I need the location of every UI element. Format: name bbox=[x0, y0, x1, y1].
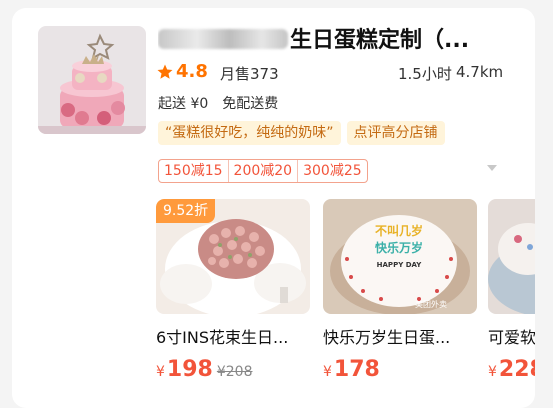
min-order: 起送 ¥0 bbox=[158, 96, 209, 112]
product-card[interactable]: 不叫几岁 快乐万岁 HAPPY DAY 美团外卖 快乐万岁生日蛋... ¥178 bbox=[323, 199, 477, 382]
delivery-info-row: 起送 ¥0 免配送费 bbox=[158, 93, 278, 113]
delivery-time: 1.5小时 bbox=[398, 65, 452, 83]
store-title-text: 生日蛋糕定制（... bbox=[290, 28, 470, 53]
rating-value: 4.8 bbox=[176, 61, 208, 82]
delivery-fee: 免配送费 bbox=[222, 96, 279, 112]
original-price: ¥208 bbox=[216, 364, 253, 380]
currency-symbol: ¥ bbox=[323, 364, 332, 380]
currency-symbol: ¥ bbox=[156, 364, 165, 380]
product-card[interactable]: 可爱软 ¥228 bbox=[488, 199, 535, 382]
store-stats-row: 4.8 月售373 1.5小时 4.7km bbox=[156, 61, 526, 87]
cake-text-bottom: HAPPY DAY bbox=[377, 261, 423, 269]
coupon-list[interactable]: 150减15 200减20 300减25 bbox=[158, 159, 368, 183]
coupon-item[interactable]: 150减15 bbox=[159, 160, 228, 182]
discount-badge: 9.52折 bbox=[156, 199, 216, 223]
store-tags: “蛋糕很好吃，纯纯的奶味” 点评高分店铺 bbox=[158, 121, 451, 147]
product-image: 不叫几岁 快乐万岁 HAPPY DAY 美团外卖 bbox=[323, 199, 477, 314]
coupon-item[interactable]: 300减25 bbox=[297, 160, 367, 182]
store-title[interactable]: 生日蛋糕定制（... bbox=[158, 22, 535, 56]
cake-text-mid: 快乐万岁 bbox=[375, 240, 423, 255]
review-tag: “蛋糕很好吃，纯纯的奶味” bbox=[158, 121, 341, 145]
price-value: 178 bbox=[333, 357, 380, 382]
store-card[interactable]: 生日蛋糕定制（... 4.8 月售373 1.5小时 4.7km 起送 ¥0 免配… bbox=[12, 8, 535, 408]
product-name: 快乐万岁生日蛋... bbox=[323, 328, 451, 347]
monthly-sales: 月售373 bbox=[220, 65, 279, 83]
price-value: 228 bbox=[498, 357, 535, 382]
cake-text-top: 不叫几岁 bbox=[375, 223, 423, 238]
currency-symbol: ¥ bbox=[488, 364, 497, 380]
star-icon bbox=[157, 64, 173, 79]
product-image bbox=[488, 199, 535, 314]
blurred-store-name bbox=[158, 29, 288, 49]
product-price: ¥198 ¥208 bbox=[156, 357, 310, 382]
distance: 4.7km bbox=[456, 63, 504, 81]
product-name: 可爱软 bbox=[488, 328, 535, 347]
product-image: 9.52折 bbox=[156, 199, 310, 314]
product-price: ¥228 bbox=[488, 357, 535, 382]
chevron-down-icon[interactable] bbox=[487, 165, 497, 171]
coupon-item[interactable]: 200减20 bbox=[227, 160, 298, 182]
product-card[interactable]: 9.52折 6寸INS花束生日... ¥198 ¥208 bbox=[156, 199, 310, 382]
watermark: 美团外卖 bbox=[415, 299, 447, 309]
store-logo bbox=[38, 26, 146, 134]
price-value: 198 bbox=[166, 357, 213, 382]
product-price: ¥178 bbox=[323, 357, 477, 382]
high-score-tag: 点评高分店铺 bbox=[346, 121, 445, 145]
product-name: 6寸INS花束生日... bbox=[156, 328, 289, 347]
